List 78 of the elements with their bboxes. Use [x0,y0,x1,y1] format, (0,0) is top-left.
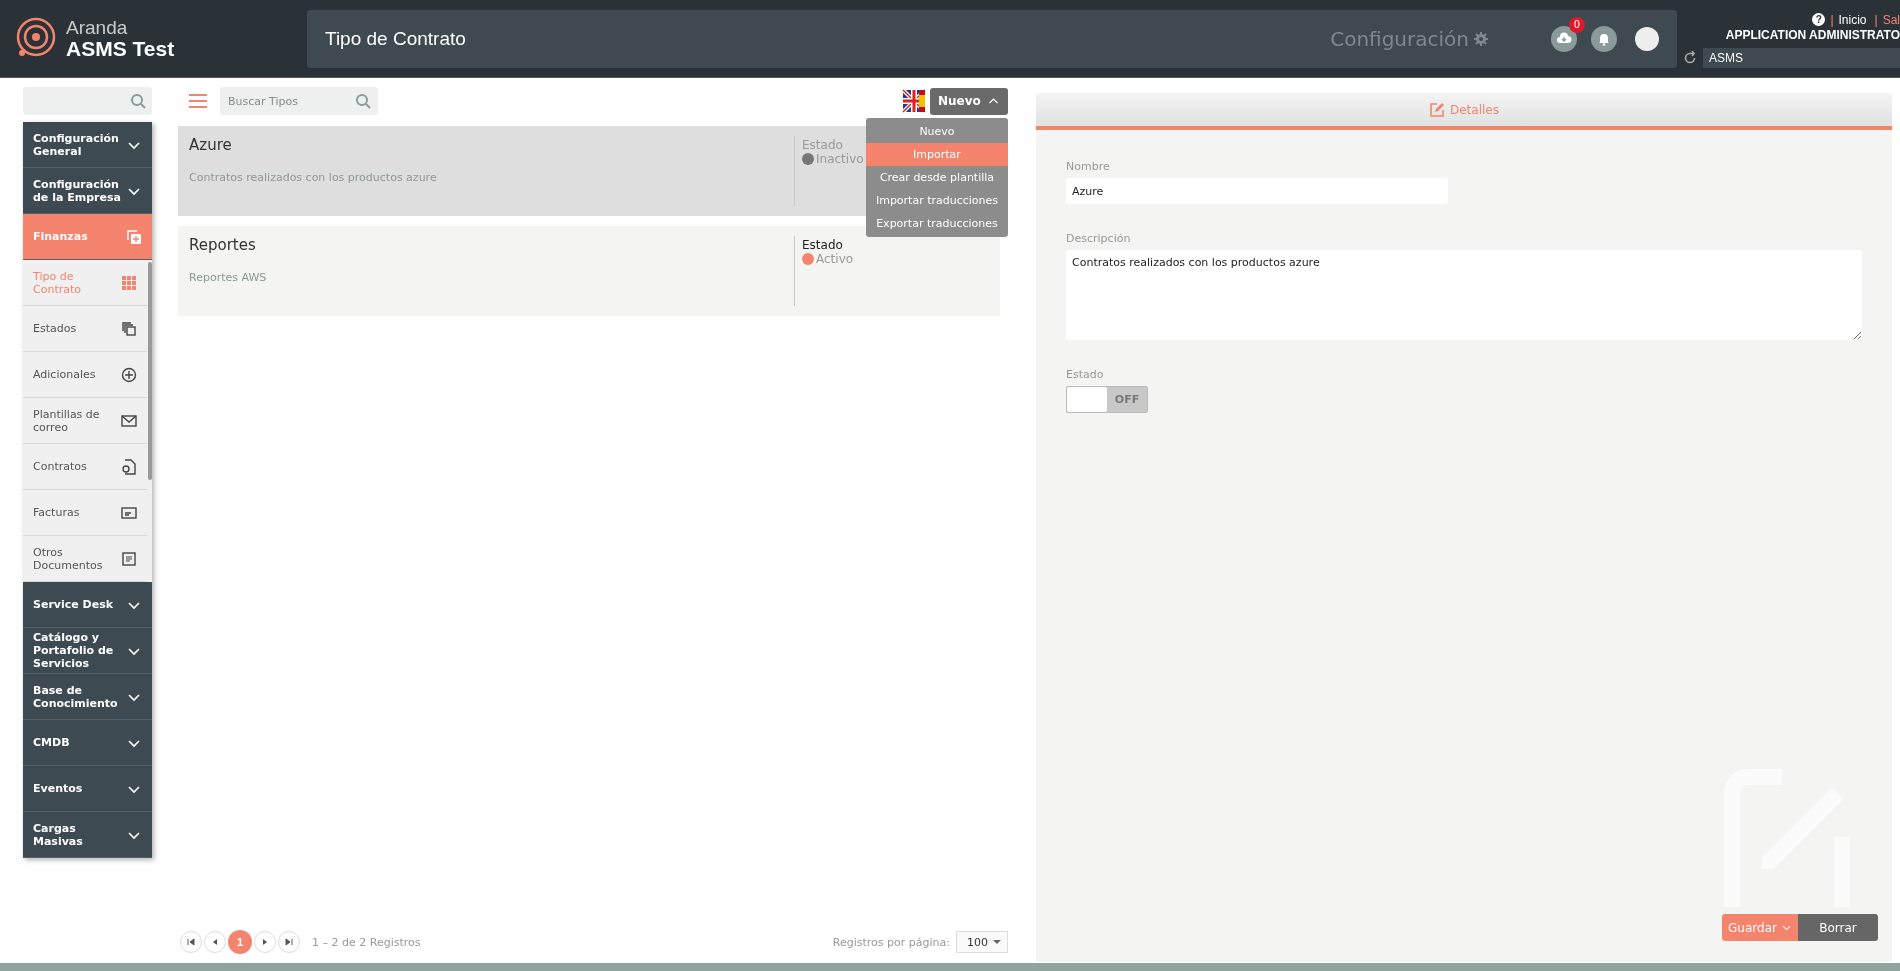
status-label: Estado [802,238,844,252]
copy-plus-icon [126,228,142,245]
copy-icon [121,320,137,337]
help-button[interactable]: ? [1812,13,1826,26]
user-avatar[interactable] [1635,26,1659,51]
separator: | [1874,12,1878,27]
per-page-select[interactable]: 100 [956,931,1008,953]
header-link[interactable]: Sal [1882,12,1900,27]
section-label: Configuración General [33,131,120,158]
section-label: Eventos [33,782,83,795]
project-field[interactable]: ASMS [1703,47,1900,68]
sidebar-section[interactable]: Service Desk [23,582,152,628]
card-icon [121,504,137,521]
section-label: Catálogo y Portafolio de Servicios [33,631,115,670]
section-label: Base de Conocimiento [33,683,119,710]
sidebar-section[interactable]: Base de Conocimiento [23,674,152,720]
field-label: Estado [1066,368,1105,381]
page-title: Tipo de Contrato [325,27,467,50]
header-link[interactable]: Inicio [1838,12,1870,27]
status-value: Activo [816,252,854,266]
product-name: ASMS Test [66,37,175,60]
section-label: Configuración de la Empresa [33,177,122,204]
field-label: Nombre [1066,160,1111,173]
description-field[interactable]: Contratos realizados con los productos azure [1066,250,1862,340]
records-summary: 1 – 2 de 2 Registros [312,935,421,949]
sidebar-section[interactable]: CMDB [23,720,152,766]
envelope-icon [121,412,137,429]
field-label: Descripción [1066,232,1132,245]
per-page-label: Registros por página: [832,935,950,949]
last-page-button[interactable] [278,931,300,953]
separator: | [1830,12,1834,27]
section-label: Service Desk [33,598,113,611]
name-field[interactable]: Azure [1066,178,1448,204]
first-page-button[interactable] [180,931,202,953]
sidebar-section[interactable]: Eventos [23,766,152,812]
search-icon[interactable] [130,93,146,109]
next-page-button[interactable] [254,931,276,953]
search-field[interactable]: Buscar Tipos [220,87,378,115]
notifications-button[interactable] [1591,25,1617,52]
status-value: Inactivo [816,152,864,166]
sidebar-item[interactable]: Estados [23,306,147,352]
sidebar-item[interactable]: Facturas [23,490,147,536]
sidebar-item[interactable]: Adicionales [23,352,147,398]
caret-icon [993,938,1001,946]
menu-icon[interactable] [188,93,208,109]
user-name: APPLICATION ADMINISTRATO [1725,27,1900,44]
settings-icon[interactable] [1473,30,1489,47]
sidebar-section[interactable]: Configuración de la Empresa [23,168,152,214]
delete-button[interactable]: Borrar [1798,914,1878,941]
section-label: CMDB [33,736,70,749]
sidebar-section[interactable]: Configuración General [23,122,152,168]
section-label: Finanzas [33,230,88,243]
sidebar-section[interactable]: Cargas Masivas [23,812,152,858]
last-page-icon [284,937,294,947]
refresh-icon[interactable] [1683,50,1697,65]
previous-page-button[interactable] [204,931,226,953]
new-button[interactable]: Nuevo [930,87,1008,115]
flag-icon[interactable] [902,89,926,113]
edit-icon [1429,101,1445,118]
record-name: Azure [189,136,233,154]
search-icon[interactable] [355,93,371,109]
sidebar-item[interactable]: Contratos [23,444,147,490]
notification-badge: 0 [1569,16,1585,33]
document-icon [121,458,137,475]
record-description: Contratos realizados con los productos azure [189,171,438,184]
scrollbar[interactable] [148,262,152,480]
brand-name: Aranda [66,17,129,38]
first-page-icon [186,937,196,947]
plus-circle-icon [121,366,137,383]
sidebar-search-field[interactable] [23,87,152,115]
grid-icon [121,274,137,291]
record-description: Reportes AWS [189,271,268,284]
sidebar-item[interactable]: Plantillas de correo [23,398,147,444]
section-label: Cargas Masivas [33,821,84,848]
status-label: Estado [802,138,844,152]
document-lines-icon [121,550,137,567]
record-name: Reportes [189,236,257,254]
sidebar-section[interactable]: Catálogo y Portafolio de Servicios [23,628,152,674]
